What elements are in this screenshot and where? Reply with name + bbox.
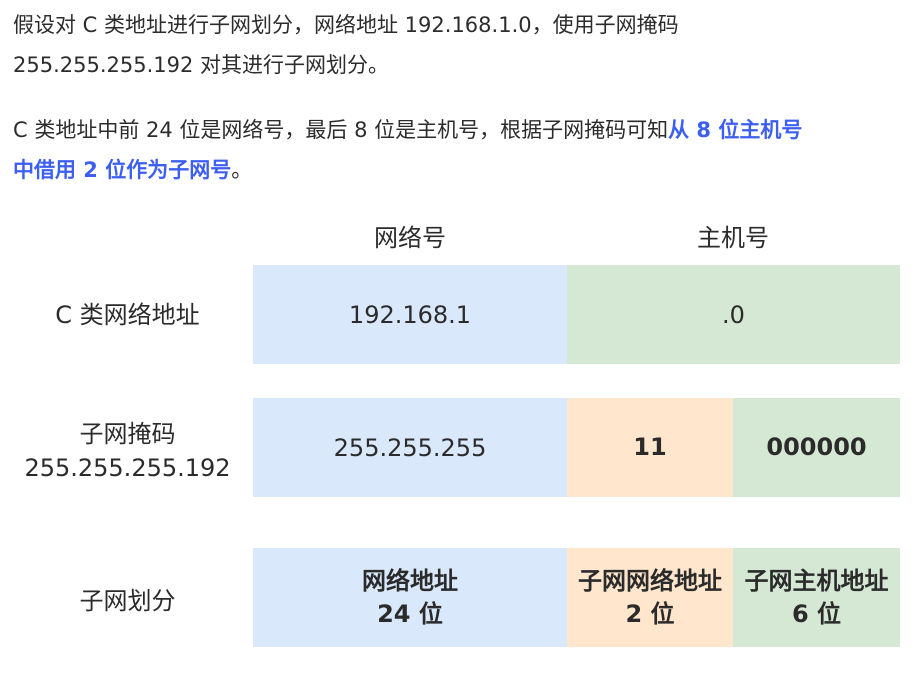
host-cell-division: 子网主机地址 6 位	[733, 548, 900, 647]
host-bits-cell-mask: 000000	[733, 398, 900, 497]
explanation-highlight-a: 从 8 位主机号	[668, 118, 803, 142]
subnet-bits-cell-mask: 11	[567, 398, 733, 497]
subnet-host-address-label: 子网主机地址	[744, 566, 889, 595]
subnet-cell-division: 子网网络地址 2 位	[567, 548, 733, 647]
explanation-text: C 类地址中前 24 位是网络号，最后 8 位是主机号，根据子网掩码可知	[13, 118, 669, 142]
network-cell-mask: 255.255.255	[253, 398, 567, 497]
row-label-subnet-mask: 子网掩码 255.255.255.192	[0, 417, 255, 485]
subnet-mask-label: 子网掩码	[79, 420, 176, 448]
subnet-mask-value: 255.255.255.192	[24, 454, 231, 482]
subnet-bits-count: 2 位	[625, 599, 675, 628]
host-cell-address: .0	[567, 265, 900, 364]
host-bits-count: 6 位	[791, 599, 842, 628]
row-label-class-c: C 类网络地址	[55, 301, 200, 329]
column-header-host: 主机号	[697, 224, 769, 252]
intro-line-1: 假设对 C 类地址进行子网划分，网络地址 192.168.1.0，使用子网掩码	[13, 13, 679, 37]
subnet-network-address-label: 子网网络地址	[578, 566, 722, 595]
network-cell-division: 网络地址 24 位	[253, 548, 567, 647]
network-cell-address: 192.168.1	[253, 265, 567, 364]
row-label-subnetting: 子网划分	[79, 587, 176, 615]
network-bits-count: 24 位	[377, 599, 443, 628]
explanation-suffix: 。	[231, 158, 253, 182]
network-address-label: 网络地址	[362, 566, 458, 595]
intro-line-2: 255.255.255.192 对其进行子网划分。	[13, 53, 390, 77]
column-header-network: 网络号	[374, 224, 446, 252]
explanation-highlight-b: 中借用 2 位作为子网号	[13, 158, 232, 182]
explanation-paragraph: C 类地址中前 24 位是网络号，最后 8 位是主机号，根据子网掩码可知从 8 …	[13, 110, 906, 190]
intro-paragraph: 假设对 C 类地址进行子网划分，网络地址 192.168.1.0，使用子网掩码 …	[13, 5, 906, 85]
